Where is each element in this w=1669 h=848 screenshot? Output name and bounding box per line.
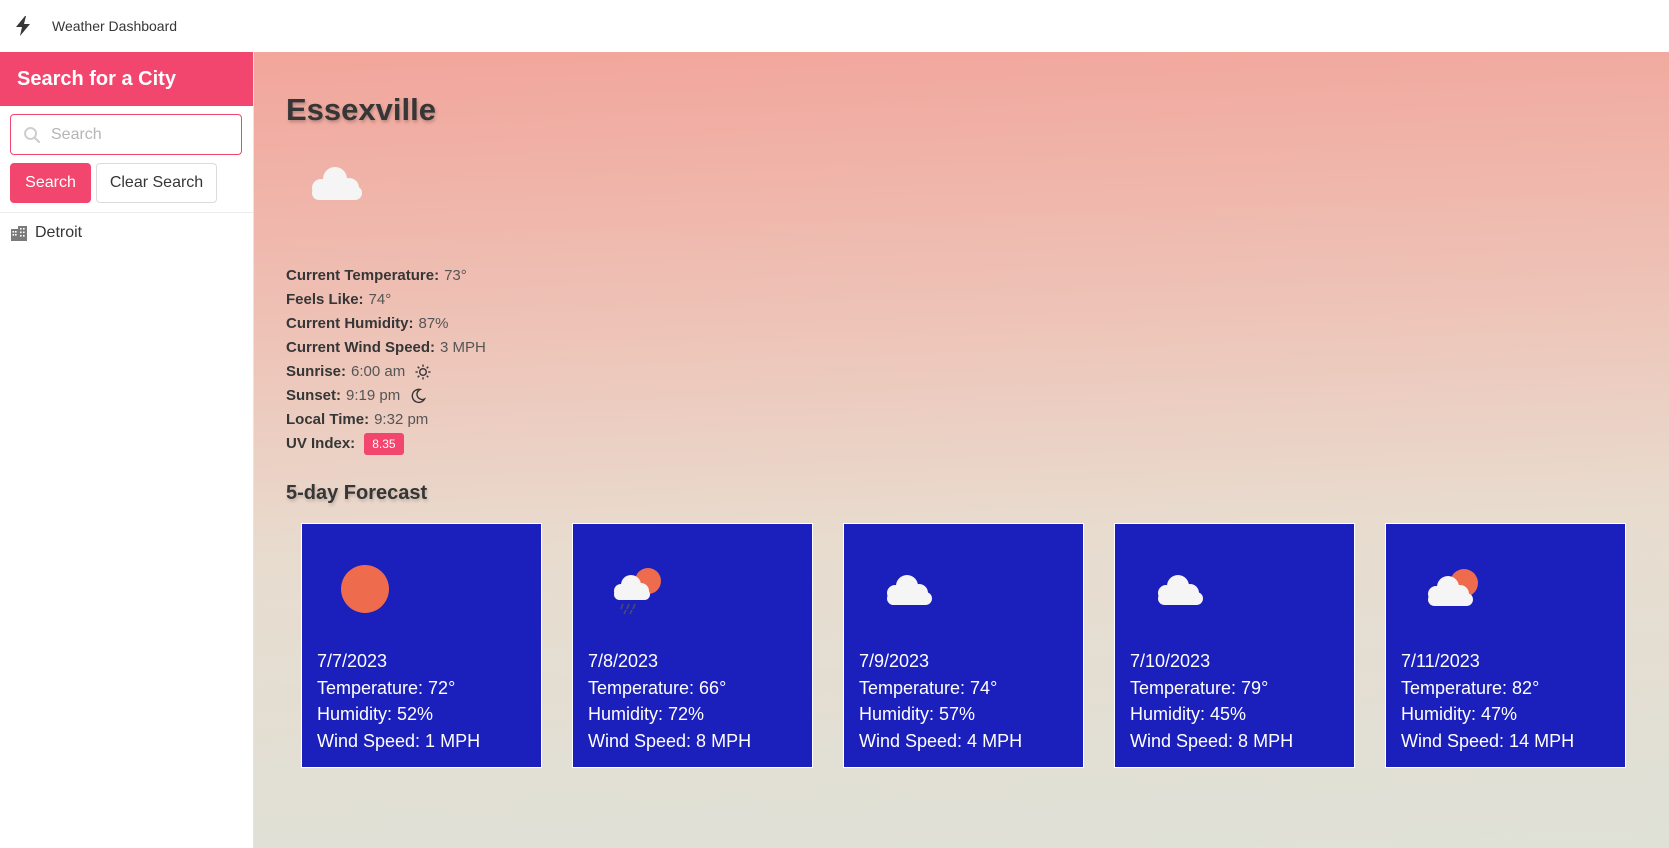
history-item-detroit[interactable]: Detroit bbox=[0, 213, 253, 253]
forecast-cards: 7/7/2023 Temperature: 72° Humidity: 52% … bbox=[301, 523, 1626, 768]
forecast-wind: Wind Speed: 1 MPH bbox=[317, 730, 481, 751]
humidity-value: 87% bbox=[418, 315, 449, 332]
uv-index-badge: 8.35 bbox=[364, 433, 404, 455]
city-icon bbox=[10, 225, 28, 241]
wind-row: Current Wind Speed: 3 MPH bbox=[286, 336, 486, 360]
main-panel: Essexville Current Temperature: 73° Feel… bbox=[254, 52, 1669, 848]
forecast-card: 7/10/2023 Temperature: 79° Humidity: 45%… bbox=[1114, 523, 1355, 768]
forecast-humidity: Humidity: 47% bbox=[1401, 704, 1518, 724]
forecast-card: 7/11/2023 Temperature: 82° Humidity: 47%… bbox=[1385, 523, 1626, 768]
sunset-value: 9:19 pm bbox=[346, 387, 401, 404]
forecast-humidity: Humidity: 52% bbox=[317, 704, 434, 724]
local-time-label: Local Time: bbox=[286, 411, 370, 428]
sunrise-label: Sunrise: bbox=[286, 363, 347, 380]
sidebar-heading: Search for a City bbox=[0, 52, 253, 106]
cloud-icon bbox=[302, 162, 368, 206]
wind-label: Current Wind Speed: bbox=[286, 339, 436, 356]
forecast-wind: Wind Speed: 4 MPH bbox=[859, 730, 1023, 751]
forecast-wind: Wind Speed: 8 MPH bbox=[1130, 730, 1294, 751]
uv-index-label: UV Index: bbox=[286, 435, 356, 452]
sunset-label: Sunset: bbox=[286, 387, 342, 404]
navbar: Weather Dashboard bbox=[0, 0, 1669, 52]
rain-sun-cloud-icon bbox=[601, 559, 671, 619]
brand-title[interactable]: Weather Dashboard bbox=[52, 18, 177, 34]
humidity-label: Current Humidity: bbox=[286, 315, 414, 332]
sun-icon bbox=[330, 559, 400, 619]
partly-cloudy-icon bbox=[1414, 559, 1484, 619]
search-input[interactable] bbox=[11, 115, 241, 154]
moon-icon bbox=[410, 388, 427, 404]
forecast-humidity: Humidity: 57% bbox=[859, 704, 976, 724]
sunrise-row: Sunrise: 6:00 am bbox=[286, 360, 486, 384]
local-time-value: 9:32 pm bbox=[374, 411, 429, 428]
current-details: Current Temperature: 73° Feels Like: 74°… bbox=[286, 264, 486, 456]
local-time-row: Local Time: 9:32 pm bbox=[286, 408, 486, 432]
temperature-row: Current Temperature: 73° bbox=[286, 264, 486, 288]
forecast-temperature: Temperature: 72° bbox=[317, 677, 456, 698]
cloud-icon bbox=[872, 559, 942, 619]
forecast-date: 7/9/2023 bbox=[859, 651, 930, 671]
search-button[interactable]: Search bbox=[10, 163, 91, 203]
uv-index-row: UV Index: 8.35 bbox=[286, 432, 486, 456]
forecast-card: 7/8/2023 Temperature: 66° Humidity: 72% … bbox=[572, 523, 813, 768]
forecast-title: 5-day Forecast bbox=[286, 482, 428, 504]
city-title: Essexville bbox=[286, 92, 436, 127]
forecast-card: 7/9/2023 Temperature: 74° Humidity: 57% … bbox=[843, 523, 1084, 768]
wind-value: 3 MPH bbox=[440, 339, 486, 356]
humidity-row: Current Humidity: 87% bbox=[286, 312, 486, 336]
forecast-date: 7/10/2023 bbox=[1130, 651, 1211, 671]
sunrise-value: 6:00 am bbox=[351, 363, 406, 380]
forecast-temperature: Temperature: 74° bbox=[859, 677, 998, 698]
clear-search-button[interactable]: Clear Search bbox=[96, 163, 217, 203]
forecast-humidity: Humidity: 72% bbox=[588, 704, 705, 724]
forecast-temperature: Temperature: 82° bbox=[1401, 677, 1540, 698]
lightning-bolt-icon[interactable] bbox=[12, 15, 34, 37]
forecast-wind: Wind Speed: 14 MPH bbox=[1401, 730, 1575, 751]
cloud-icon bbox=[1143, 559, 1213, 619]
temperature-label: Current Temperature: bbox=[286, 267, 440, 284]
forecast-card: 7/7/2023 Temperature: 72° Humidity: 52% … bbox=[301, 523, 542, 768]
search-actions: Search Clear Search bbox=[10, 163, 253, 203]
feels-like-row: Feels Like: 74° bbox=[286, 288, 486, 312]
forecast-humidity: Humidity: 45% bbox=[1130, 704, 1247, 724]
temperature-value: 73° bbox=[444, 267, 467, 284]
search-field bbox=[10, 114, 242, 155]
feels-like-label: Feels Like: bbox=[286, 291, 364, 308]
feels-like-value: 74° bbox=[368, 291, 392, 308]
forecast-date: 7/8/2023 bbox=[588, 651, 659, 671]
forecast-date: 7/7/2023 bbox=[317, 651, 388, 671]
sunset-row: Sunset: 9:19 pm bbox=[286, 384, 486, 408]
history-item-label: Detroit bbox=[35, 224, 83, 241]
forecast-temperature: Temperature: 79° bbox=[1130, 677, 1269, 698]
forecast-temperature: Temperature: 66° bbox=[588, 677, 727, 698]
sun-icon bbox=[415, 364, 431, 380]
search-icon bbox=[23, 126, 41, 144]
forecast-wind: Wind Speed: 8 MPH bbox=[588, 730, 752, 751]
sidebar: Search for a City Search Clear Search De… bbox=[0, 52, 254, 848]
forecast-date: 7/11/2023 bbox=[1401, 651, 1480, 671]
